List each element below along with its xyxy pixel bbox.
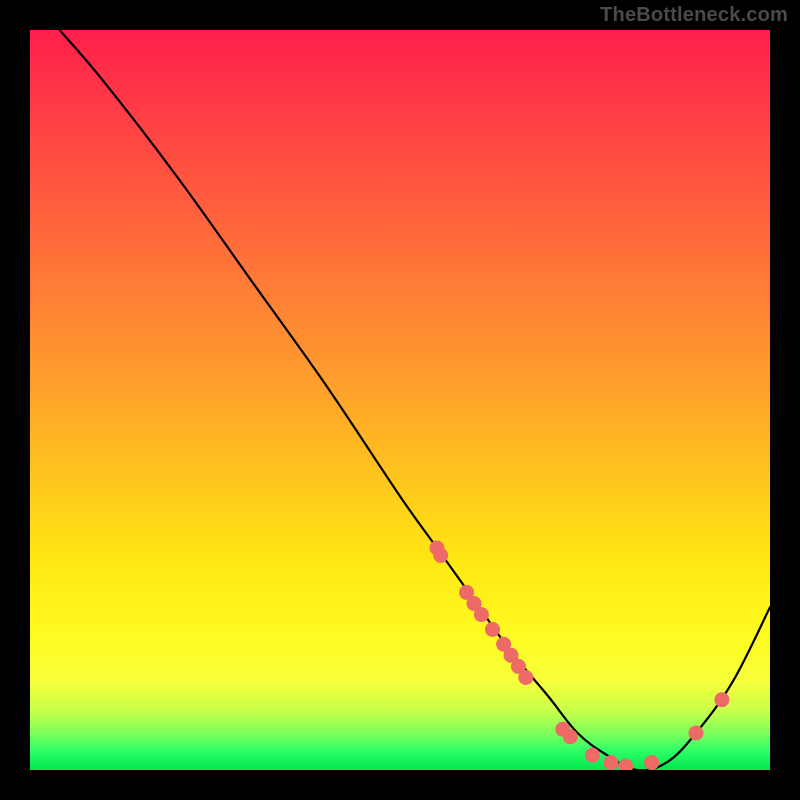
watermark-text: TheBottleneck.com	[600, 4, 788, 27]
data-point	[433, 548, 448, 563]
chart-svg	[30, 30, 770, 770]
curve-path	[60, 30, 770, 770]
data-point	[563, 729, 578, 744]
data-point	[603, 755, 618, 770]
data-point	[644, 755, 659, 770]
data-point	[518, 670, 533, 685]
data-point	[689, 726, 704, 741]
data-point	[485, 622, 500, 637]
data-point	[714, 692, 729, 707]
chart-container: TheBottleneck.com	[0, 0, 800, 800]
data-point	[618, 759, 633, 770]
data-point	[474, 607, 489, 622]
plot-area	[30, 30, 770, 770]
data-point	[585, 748, 600, 763]
